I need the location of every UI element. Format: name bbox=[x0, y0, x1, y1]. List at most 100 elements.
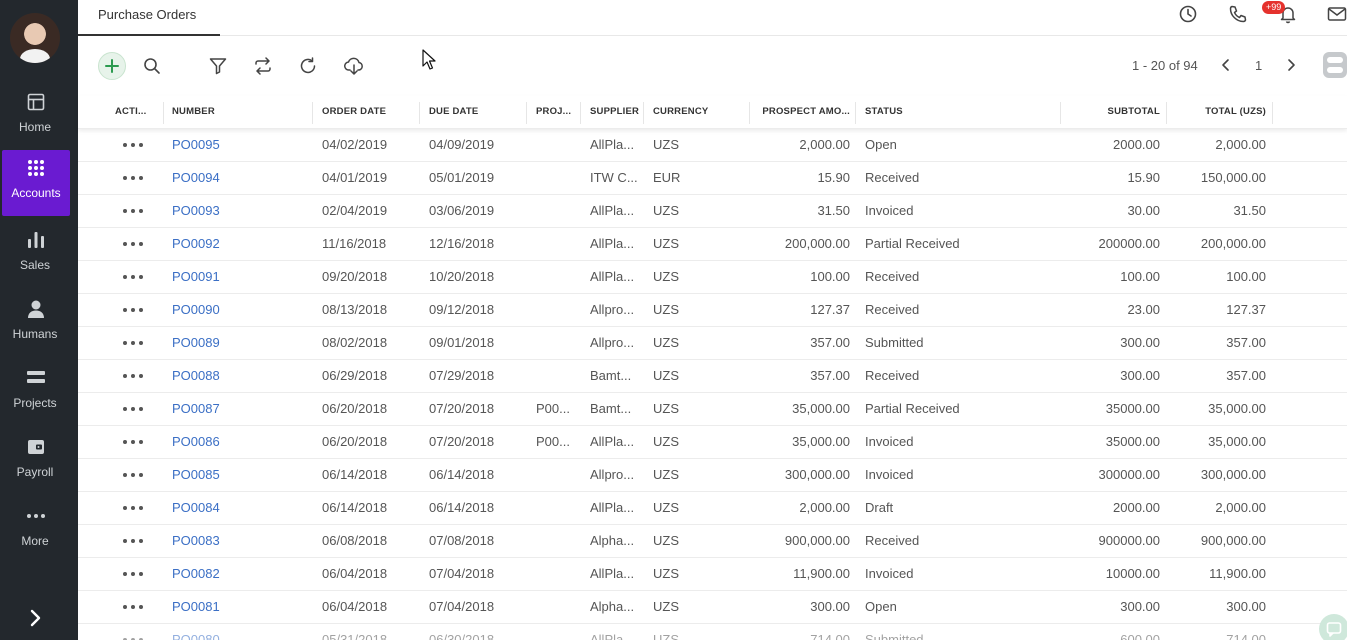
search-button[interactable] bbox=[138, 52, 166, 80]
row-actions-icon[interactable] bbox=[123, 341, 145, 345]
column-header-subtotal[interactable]: SUBTOTAL bbox=[1070, 96, 1160, 129]
table-row[interactable]: PO0086 06/20/2018 07/20/2018 P00... AllPla..… bbox=[78, 426, 1347, 459]
row-actions-icon[interactable] bbox=[123, 308, 145, 312]
column-divider[interactable] bbox=[1166, 102, 1167, 124]
sidebar-item-projects[interactable]: Projects bbox=[0, 360, 78, 426]
mail-icon[interactable] bbox=[1327, 4, 1347, 24]
view-toggle[interactable] bbox=[1323, 52, 1347, 78]
column-divider[interactable] bbox=[163, 102, 164, 124]
dot bbox=[123, 407, 127, 411]
column-header-due-date[interactable]: DUE DATE bbox=[429, 96, 519, 129]
phone-icon[interactable] bbox=[1228, 4, 1248, 24]
column-divider[interactable] bbox=[1272, 102, 1273, 124]
row-actions-icon[interactable] bbox=[123, 374, 145, 378]
column-header-supplier[interactable]: SUPPLIER bbox=[590, 96, 645, 129]
column-divider[interactable] bbox=[419, 102, 420, 124]
row-actions-icon[interactable] bbox=[123, 143, 145, 147]
row-actions-icon[interactable] bbox=[123, 176, 145, 180]
clock-icon[interactable] bbox=[1178, 4, 1198, 24]
sidebar-item-sales[interactable]: Sales bbox=[0, 222, 78, 288]
row-actions-icon[interactable] bbox=[123, 572, 145, 576]
row-actions-icon[interactable] bbox=[123, 539, 145, 543]
cell-number[interactable]: PO0081 bbox=[172, 591, 302, 624]
chevron-left-icon[interactable] bbox=[1217, 56, 1235, 74]
cell-number[interactable]: PO0080 bbox=[172, 624, 302, 640]
row-actions-icon[interactable] bbox=[123, 407, 145, 411]
row-actions-icon[interactable] bbox=[123, 209, 145, 213]
cell-number[interactable]: PO0087 bbox=[172, 393, 302, 426]
sidebar-item-payroll[interactable]: Payroll bbox=[0, 429, 78, 495]
cell-number[interactable]: PO0085 bbox=[172, 459, 302, 492]
table-row[interactable]: PO0092 11/16/2018 12/16/2018 AllPla... UZS 20… bbox=[78, 228, 1347, 261]
sidebar-item-humans[interactable]: Humans bbox=[0, 291, 78, 357]
row-actions-icon[interactable] bbox=[123, 242, 145, 246]
row-actions-icon[interactable] bbox=[123, 506, 145, 510]
column-header-actions[interactable]: ACTI... bbox=[115, 96, 161, 129]
sidebar-item-accounts[interactable]: Accounts bbox=[2, 150, 70, 216]
column-header-order-date[interactable]: ORDER DATE bbox=[322, 96, 412, 129]
row-actions-icon[interactable] bbox=[123, 275, 145, 279]
column-divider[interactable] bbox=[580, 102, 581, 124]
table-row[interactable]: PO0081 06/04/2018 07/04/2018 Alpha... UZS 300… bbox=[78, 591, 1347, 624]
cell-prospect-amount: 100.00 bbox=[810, 269, 850, 284]
toolbar: 1 - 20 of 94 1 bbox=[78, 36, 1347, 96]
column-divider[interactable] bbox=[855, 102, 856, 124]
column-divider[interactable] bbox=[643, 102, 644, 124]
filter-button[interactable] bbox=[204, 52, 232, 80]
cell-number[interactable]: PO0083 bbox=[172, 525, 302, 558]
page-number[interactable]: 1 bbox=[1255, 58, 1262, 73]
column-header-total[interactable]: TOTAL (UZS) bbox=[1176, 96, 1266, 129]
row-actions-icon[interactable] bbox=[123, 473, 145, 477]
sidebar-item-home[interactable]: Home bbox=[0, 84, 78, 150]
table-row[interactable]: PO0085 06/14/2018 06/14/2018 Allpro... UZS 30… bbox=[78, 459, 1347, 492]
column-divider[interactable] bbox=[749, 102, 750, 124]
table-row[interactable]: PO0089 08/02/2018 09/01/2018 Allpro... UZS 35… bbox=[78, 327, 1347, 360]
refresh-button[interactable] bbox=[294, 52, 322, 80]
filter-icon bbox=[209, 58, 227, 75]
column-header-currency[interactable]: CURRENCY bbox=[653, 96, 743, 129]
download-button[interactable] bbox=[339, 52, 367, 80]
chat-button[interactable] bbox=[1319, 614, 1347, 640]
table-row[interactable]: PO0095 04/02/2019 04/09/2019 AllPla... UZS 2,… bbox=[78, 129, 1347, 162]
cell-subtotal: 35000.00 bbox=[1105, 434, 1160, 449]
column-header-project[interactable]: PROJ... bbox=[536, 96, 580, 129]
table-row[interactable]: PO0084 06/14/2018 06/14/2018 AllPla... UZS 2,… bbox=[78, 492, 1347, 525]
column-header-prospect-amount[interactable]: PROSPECT AMO... bbox=[759, 96, 850, 129]
column-header-number[interactable]: NUMBER bbox=[172, 96, 302, 129]
table-row[interactable]: PO0080 05/31/2018 06/30/2018 AllPla... UZS 71… bbox=[78, 624, 1347, 640]
add-button[interactable] bbox=[98, 52, 126, 80]
cell-number[interactable]: PO0089 bbox=[172, 327, 302, 360]
chevron-right-icon[interactable] bbox=[26, 606, 46, 630]
table-row[interactable]: PO0094 04/01/2019 05/01/2019 ITW C... EUR 15.… bbox=[78, 162, 1347, 195]
column-divider[interactable] bbox=[526, 102, 527, 124]
avatar[interactable] bbox=[10, 13, 60, 63]
cell-total: 2,000.00 bbox=[1215, 500, 1266, 515]
table-row[interactable]: PO0088 06/29/2018 07/29/2018 Bamt... UZS 357.… bbox=[78, 360, 1347, 393]
cell-number[interactable]: PO0088 bbox=[172, 360, 302, 393]
cell-number[interactable]: PO0082 bbox=[172, 558, 302, 591]
column-header-status[interactable]: STATUS bbox=[865, 96, 1045, 129]
table-row[interactable]: PO0090 08/13/2018 09/12/2018 Allpro... UZS 12… bbox=[78, 294, 1347, 327]
row-actions-icon[interactable] bbox=[123, 440, 145, 444]
sync-button[interactable] bbox=[249, 52, 277, 80]
cell-number[interactable]: PO0084 bbox=[172, 492, 302, 525]
tab-purchase-orders[interactable]: Purchase Orders bbox=[78, 0, 220, 36]
column-divider[interactable] bbox=[312, 102, 313, 124]
cell-number[interactable]: PO0091 bbox=[172, 261, 302, 294]
table-row[interactable]: PO0087 06/20/2018 07/20/2018 P00... Bamt... U… bbox=[78, 393, 1347, 426]
sidebar-item-more[interactable]: More bbox=[0, 498, 78, 564]
cell-number[interactable]: PO0086 bbox=[172, 426, 302, 459]
table-row[interactable]: PO0083 06/08/2018 07/08/2018 Alpha... UZS 900… bbox=[78, 525, 1347, 558]
chevron-right-icon[interactable] bbox=[1282, 56, 1300, 74]
cell-number[interactable]: PO0094 bbox=[172, 162, 302, 195]
column-divider[interactable] bbox=[1060, 102, 1061, 124]
table-row[interactable]: PO0082 06/04/2018 07/04/2018 AllPla... UZS 11… bbox=[78, 558, 1347, 591]
row-actions-icon[interactable] bbox=[123, 605, 145, 609]
table-row[interactable]: PO0091 09/20/2018 10/20/2018 AllPla... UZS 10… bbox=[78, 261, 1347, 294]
cell-currency: UZS bbox=[653, 500, 679, 515]
cell-number[interactable]: PO0090 bbox=[172, 294, 302, 327]
cell-number[interactable]: PO0093 bbox=[172, 195, 302, 228]
cell-number[interactable]: PO0095 bbox=[172, 129, 302, 162]
cell-number[interactable]: PO0092 bbox=[172, 228, 302, 261]
table-row[interactable]: PO0093 02/04/2019 03/06/2019 AllPla... UZS 31… bbox=[78, 195, 1347, 228]
